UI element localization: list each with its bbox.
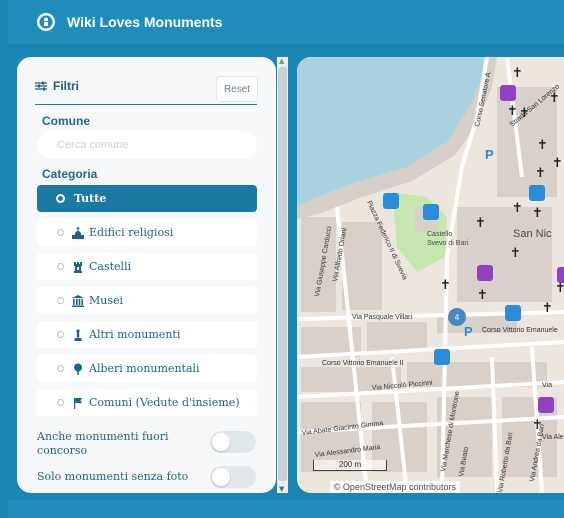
svg-text:✝: ✝: [475, 216, 486, 231]
scroll-down-icon[interactable]: ▼: [279, 485, 284, 493]
svg-text:✝: ✝: [519, 106, 530, 121]
top-bar: Wiki Loves Monuments: [8, 0, 564, 44]
senza-foto-label: Solo monumenti senza foto: [37, 470, 189, 483]
category-alberi-monumentali[interactable]: Alberi monumentali: [37, 355, 257, 382]
svg-text:✝: ✝: [532, 418, 543, 433]
toggle-knob: [212, 433, 230, 451]
castle-icon: [72, 261, 84, 273]
map-view[interactable]: Corso Senatore A. Strada San Lorenzo Pia…: [297, 57, 564, 493]
museum-icon: [72, 294, 84, 307]
radio-icon: [57, 297, 64, 304]
wiki-loves-monuments-logo: [37, 13, 55, 31]
comune-label: Comune: [42, 114, 90, 128]
category-castelli[interactable]: Castelli: [37, 253, 257, 280]
svg-text:✝: ✝: [440, 278, 451, 293]
radio-icon: [57, 331, 64, 338]
filter-panel: Filtri Reset Comune Categoria Tutte Edif…: [17, 57, 276, 493]
svg-text:✝: ✝: [552, 156, 563, 171]
comune-search-input[interactable]: [37, 131, 257, 159]
tree-icon: [72, 363, 84, 375]
place-label: San Nic: [513, 228, 552, 240]
category-edifici-religiosi[interactable]: Edifici religiosi: [37, 219, 257, 246]
map-scale: 200 m: [313, 460, 387, 471]
radio-selected-icon: [56, 194, 65, 203]
category-label: Musei: [89, 294, 124, 307]
category-label: Castelli: [89, 260, 132, 273]
category-label: Comuni (Vedute d'insieme): [89, 396, 240, 409]
category-altri-monumenti[interactable]: Altri monumenti: [37, 321, 257, 348]
header-stripe: [8, 44, 564, 48]
church-icon: [72, 226, 84, 239]
radio-icon: [57, 365, 64, 372]
svg-text:✝: ✝: [542, 301, 553, 316]
svg-text:✝: ✝: [507, 104, 518, 119]
radio-icon: [57, 263, 64, 270]
street-label: Via Ale: [542, 434, 564, 441]
category-label: Altri monumenti: [89, 328, 181, 341]
svg-text:✝: ✝: [512, 66, 523, 81]
street-label: Corso Vittorio Emanuele II: [322, 360, 404, 367]
flag-icon: [72, 397, 84, 409]
category-label: Alberi monumentali: [89, 362, 200, 375]
filters-heading: Filtri: [35, 79, 79, 93]
radio-icon: [57, 229, 64, 236]
map-canvas[interactable]: Corso Senatore A. Strada San Lorenzo Pia…: [297, 57, 564, 493]
cluster-count: 4: [455, 313, 460, 322]
svg-text:✝: ✝: [537, 138, 548, 153]
divider: [35, 104, 257, 105]
senza-foto-toggle[interactable]: [210, 466, 256, 488]
fuori-concorso-label: Anche monumenti fuori concorso: [37, 430, 169, 457]
bottom-bar: [8, 500, 564, 518]
fuori-concorso-toggle[interactable]: [210, 431, 256, 453]
place-label: Svevo di Bari: [427, 240, 469, 247]
monument-icon: [72, 328, 84, 341]
toggle-knob: [212, 468, 230, 486]
reset-button[interactable]: Reset: [216, 76, 258, 102]
place-label: Castello: [427, 231, 452, 238]
scroll-up-icon[interactable]: ▲: [279, 57, 284, 65]
parking-icon: P: [485, 147, 494, 162]
radio-icon: [57, 399, 64, 406]
category-label: Edifici religiosi: [89, 226, 174, 239]
street-label: Via: [542, 382, 552, 389]
map-attribution: © OpenStreetMap contributors: [329, 481, 460, 493]
svg-text:✝: ✝: [535, 166, 546, 181]
panel-scrollbar[interactable]: ▲ ▼: [277, 57, 288, 493]
category-musei[interactable]: Musei: [37, 287, 257, 314]
parking-icon: P: [464, 324, 473, 339]
sliders-icon: [35, 81, 47, 91]
category-tutte[interactable]: Tutte: [37, 185, 257, 212]
svg-text:✝: ✝: [512, 201, 523, 216]
svg-text:✝: ✝: [555, 281, 564, 296]
scrollbar-thumb[interactable]: [278, 67, 287, 481]
filters-title: Filtri: [53, 79, 79, 93]
app-title: Wiki Loves Monuments: [67, 14, 223, 30]
category-comuni[interactable]: Comuni (Vedute d'insieme): [37, 389, 257, 416]
street-label: Corso Vittorio Emanuele: [482, 327, 558, 334]
categoria-label: Categoria: [42, 167, 98, 181]
category-label: Tutte: [74, 192, 107, 205]
svg-text:✝: ✝: [477, 288, 488, 303]
street-label: Via Pasquale Villari: [352, 314, 413, 321]
svg-text:✝: ✝: [510, 246, 521, 261]
svg-text:✝: ✝: [532, 206, 543, 221]
svg-text:✝: ✝: [549, 91, 560, 106]
